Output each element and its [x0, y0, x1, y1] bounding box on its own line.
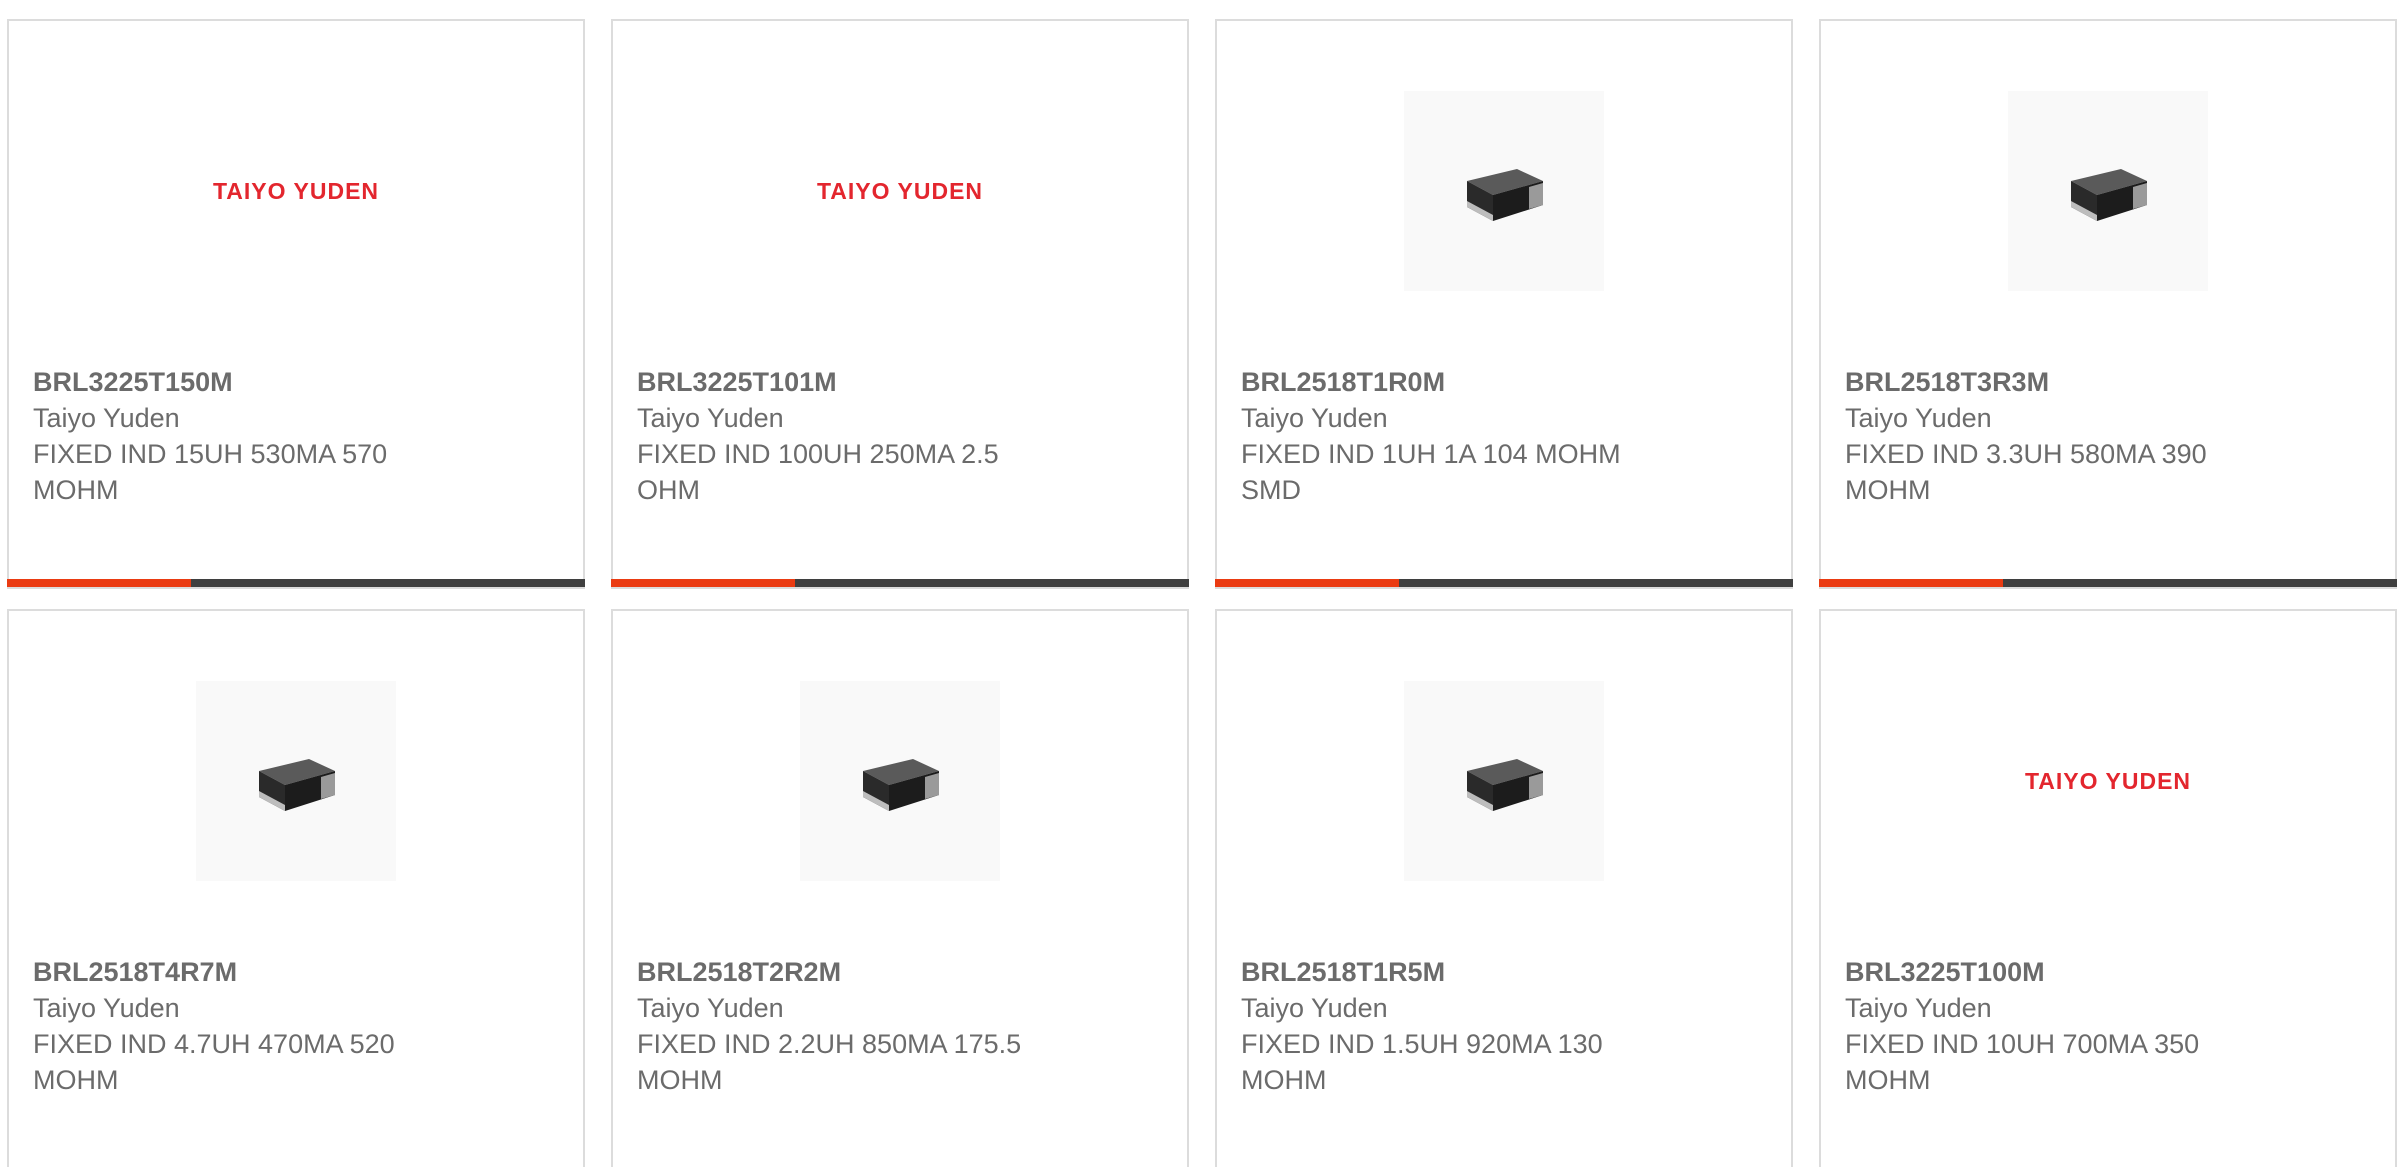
part-number-link[interactable]: BRL2518T2R2M — [637, 954, 1037, 990]
description-line: FIXED IND 10UH 700MA 350 — [1845, 1029, 2200, 1059]
product-image[interactable] — [9, 681, 583, 881]
chip-inductor-icon — [863, 759, 939, 811]
chip-inductor-icon — [1467, 759, 1543, 811]
manufacturer-name: Taiyo Yuden — [1845, 993, 1992, 1023]
description-line: FIXED IND 15UH 530MA 570 — [33, 439, 388, 469]
description-line: FIXED IND 1UH 1A 104 MOHM — [1241, 439, 1621, 469]
product-card[interactable]: BRL2518T1R0M Taiyo Yuden FIXED IND 1UH 1… — [1215, 19, 1793, 589]
description-line: FIXED IND 1.5UH 920MA 130 — [1241, 1029, 1603, 1059]
part-number-link[interactable]: BRL3225T150M — [33, 364, 433, 400]
part-number-link[interactable]: BRL3225T101M — [637, 364, 1037, 400]
part-number-link[interactable]: BRL2518T1R0M — [1241, 364, 1641, 400]
part-number-link[interactable]: BRL2518T4R7M — [33, 954, 433, 990]
product-photo — [1404, 91, 1604, 291]
card-bottom-bar — [1819, 579, 2397, 587]
manufacturer-name: Taiyo Yuden — [637, 993, 784, 1023]
card-bottom-bar — [7, 579, 585, 587]
product-photo — [800, 681, 1000, 881]
product-card[interactable]: BRL2518T1R5M Taiyo Yuden FIXED IND 1.5UH… — [1215, 609, 1793, 1167]
manufacturer-name: Taiyo Yuden — [1845, 403, 1992, 433]
description-line: MOHM — [33, 1065, 119, 1095]
part-number-link[interactable]: BRL3225T100M — [1845, 954, 2245, 990]
product-image[interactable] — [1821, 91, 2395, 291]
product-image[interactable]: TAIYO YUDEN — [1821, 681, 2395, 881]
chip-inductor-icon — [2071, 169, 2147, 221]
description-line: FIXED IND 100UH 250MA 2.5 — [637, 439, 999, 469]
description-line: FIXED IND 2.2UH 850MA 175.5 — [637, 1029, 1022, 1059]
card-accent-bar — [1819, 579, 2003, 587]
chip-inductor-icon — [259, 759, 335, 811]
part-number-link[interactable]: BRL2518T1R5M — [1241, 954, 1641, 990]
product-card[interactable]: BRL2518T4R7M Taiyo Yuden FIXED IND 4.7UH… — [7, 609, 585, 1167]
product-photo — [196, 681, 396, 881]
product-image[interactable] — [1217, 681, 1791, 881]
product-image[interactable]: TAIYO YUDEN — [613, 91, 1187, 291]
product-card[interactable]: BRL2518T2R2M Taiyo Yuden FIXED IND 2.2UH… — [611, 609, 1189, 1167]
product-card[interactable]: TAIYO YUDEN BRL3225T100M Taiyo Yuden FIX… — [1819, 609, 2397, 1167]
description-line: MOHM — [637, 1065, 723, 1095]
product-photo — [2008, 91, 2208, 291]
product-photo — [1404, 681, 1604, 881]
description-line: MOHM — [1845, 1065, 1931, 1095]
card-accent-bar — [1215, 579, 1399, 587]
description-line: FIXED IND 3.3UH 580MA 390 — [1845, 439, 2207, 469]
chip-inductor-icon — [1467, 169, 1543, 221]
product-image[interactable] — [1217, 91, 1791, 291]
product-card[interactable]: BRL2518T3R3M Taiyo Yuden FIXED IND 3.3UH… — [1819, 19, 2397, 589]
description-line: FIXED IND 4.7UH 470MA 520 — [33, 1029, 395, 1059]
card-accent-bar — [7, 579, 191, 587]
card-accent-bar — [611, 579, 795, 587]
manufacturer-name: Taiyo Yuden — [637, 403, 784, 433]
product-grid: TAIYO YUDEN BRL3225T150M Taiyo Yuden FIX… — [0, 0, 2400, 1167]
description-line: MOHM — [33, 475, 119, 505]
description-line: SMD — [1241, 475, 1301, 505]
product-card[interactable]: TAIYO YUDEN BRL3225T101M Taiyo Yuden FIX… — [611, 19, 1189, 589]
card-bottom-bar — [611, 579, 1189, 587]
description-line: MOHM — [1241, 1065, 1327, 1095]
manufacturer-name: Taiyo Yuden — [33, 403, 180, 433]
product-image[interactable]: TAIYO YUDEN — [9, 91, 583, 291]
card-bottom-bar — [1215, 579, 1793, 587]
taiyo-yuden-logo: TAIYO YUDEN — [2024, 767, 2192, 794]
product-image[interactable] — [613, 681, 1187, 881]
taiyo-yuden-logo: TAIYO YUDEN — [816, 177, 984, 204]
description-line: MOHM — [1845, 475, 1931, 505]
manufacturer-name: Taiyo Yuden — [1241, 993, 1388, 1023]
taiyo-yuden-logo: TAIYO YUDEN — [212, 177, 380, 204]
manufacturer-name: Taiyo Yuden — [1241, 403, 1388, 433]
product-card[interactable]: TAIYO YUDEN BRL3225T150M Taiyo Yuden FIX… — [7, 19, 585, 589]
manufacturer-name: Taiyo Yuden — [33, 993, 180, 1023]
description-line: OHM — [637, 475, 700, 505]
part-number-link[interactable]: BRL2518T3R3M — [1845, 364, 2245, 400]
